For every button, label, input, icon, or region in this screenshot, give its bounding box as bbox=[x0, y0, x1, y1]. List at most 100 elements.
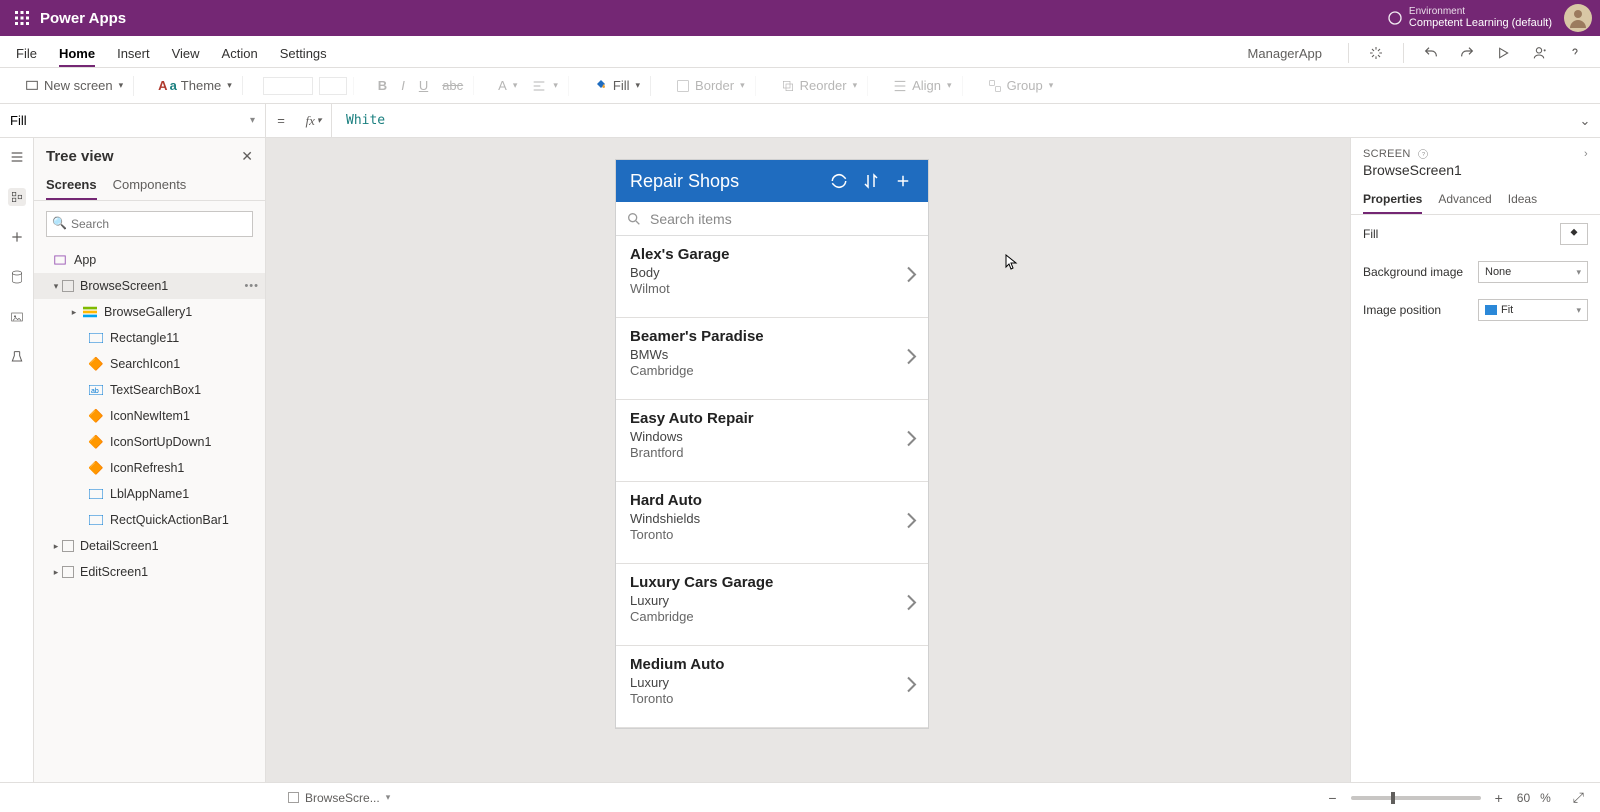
tree-node-lblappname1[interactable]: LblAppName1 bbox=[34, 481, 265, 507]
property-selector[interactable]: Fill ▾ bbox=[0, 104, 266, 137]
sort-icon[interactable] bbox=[860, 170, 882, 192]
chevron-right-icon[interactable] bbox=[906, 675, 918, 698]
rail-tree-view-icon[interactable] bbox=[8, 188, 26, 206]
prop-tab-properties[interactable]: Properties bbox=[1363, 186, 1422, 214]
document-name[interactable]: ManagerApp bbox=[1248, 46, 1322, 61]
tree-node-iconsortupdown1[interactable]: 🔶IconSortUpDown1 bbox=[34, 429, 265, 455]
prop-bg-label: Background image bbox=[1363, 265, 1463, 279]
canvas[interactable]: Repair Shops Search items Alex's Garage … bbox=[266, 138, 1350, 782]
rail-tools-icon[interactable] bbox=[8, 348, 26, 366]
fx-button[interactable]: fx▾ bbox=[296, 104, 332, 137]
gallery-item[interactable]: Easy Auto Repair Windows Brantford bbox=[616, 400, 928, 482]
environment-picker[interactable]: Environment Competent Learning (default) bbox=[1409, 6, 1552, 29]
tree-node-detailscreen1[interactable]: ▸DetailScreen1 bbox=[34, 533, 265, 559]
tree-node-more-icon[interactable]: ••• bbox=[244, 280, 259, 292]
tree-search-input[interactable] bbox=[46, 211, 253, 237]
tree-node-editscreen1[interactable]: ▸EditScreen1 bbox=[34, 559, 265, 585]
property-panel: SCREEN ? › BrowseScreen1 Properties Adva… bbox=[1350, 138, 1600, 782]
menu-file[interactable]: File bbox=[16, 46, 37, 67]
item-title: Beamer's Paradise bbox=[630, 328, 914, 345]
zoom-slider[interactable] bbox=[1351, 796, 1481, 800]
chevron-right-icon[interactable] bbox=[906, 511, 918, 534]
gallery-item[interactable]: Hard Auto Windshields Toronto bbox=[616, 482, 928, 564]
info-icon[interactable]: ? bbox=[1417, 148, 1429, 160]
chevron-right-icon[interactable] bbox=[906, 347, 918, 370]
theme-button[interactable]: Aa Theme▾ bbox=[154, 76, 236, 95]
prop-expand-icon[interactable]: › bbox=[1584, 148, 1588, 160]
prop-bg-dropdown[interactable]: None▾ bbox=[1478, 261, 1588, 283]
redo-icon[interactable] bbox=[1458, 44, 1476, 62]
chevron-right-icon[interactable] bbox=[906, 265, 918, 288]
help-icon[interactable] bbox=[1566, 44, 1584, 62]
gallery-item[interactable]: Luxury Cars Garage Luxury Cambridge bbox=[616, 564, 928, 646]
border-button[interactable]: Border▾ bbox=[671, 76, 749, 96]
zoom-in-button[interactable]: + bbox=[1491, 790, 1507, 806]
prop-pos-dropdown[interactable]: Fit ▾ bbox=[1478, 299, 1588, 321]
formula-expand-icon[interactable]: ⌄ bbox=[1570, 113, 1600, 129]
align-button[interactable]: Align▾ bbox=[888, 76, 955, 96]
group-button[interactable]: Group▾ bbox=[983, 76, 1058, 96]
menu-settings[interactable]: Settings bbox=[280, 46, 327, 67]
chevron-right-icon[interactable] bbox=[906, 593, 918, 616]
status-selection[interactable]: BrowseScre... ▾ bbox=[288, 791, 390, 805]
item-subtitle: Body bbox=[630, 265, 914, 280]
rail-hamburger-icon[interactable] bbox=[8, 148, 26, 166]
app-checker-icon[interactable] bbox=[1367, 44, 1385, 62]
font-size-picker[interactable] bbox=[319, 77, 347, 95]
close-panel-icon[interactable]: ✕ bbox=[241, 148, 253, 165]
prop-tab-ideas[interactable]: Ideas bbox=[1508, 186, 1537, 214]
tree-node-iconnewitem1[interactable]: 🔶IconNewItem1 bbox=[34, 403, 265, 429]
italic-button[interactable]: I bbox=[397, 76, 409, 95]
rail-media-icon[interactable] bbox=[8, 308, 26, 326]
status-bar: BrowseScre... ▾ − + 60 % ⤢ bbox=[0, 782, 1600, 812]
gallery-item[interactable]: Alex's Garage Body Wilmot bbox=[616, 236, 928, 318]
text-align-button[interactable]: ▾ bbox=[527, 76, 562, 96]
rail-insert-icon[interactable] bbox=[8, 228, 26, 246]
tree-node-app[interactable]: App bbox=[34, 247, 265, 273]
add-icon[interactable] bbox=[892, 170, 914, 192]
menu-home[interactable]: Home bbox=[59, 46, 95, 67]
tree-node-browsegallery1[interactable]: ▸BrowseGallery1 bbox=[34, 299, 265, 325]
font-color-button[interactable]: A▾ bbox=[494, 76, 521, 95]
underline-button[interactable]: U bbox=[415, 76, 432, 95]
status-selection-label: BrowseScre... bbox=[305, 791, 380, 805]
tree-node-rectangle11[interactable]: Rectangle11 bbox=[34, 325, 265, 351]
app-launcher-icon[interactable] bbox=[8, 11, 36, 25]
play-preview-icon[interactable] bbox=[1494, 44, 1512, 62]
user-avatar[interactable] bbox=[1564, 4, 1592, 32]
zoom-out-button[interactable]: − bbox=[1324, 790, 1340, 806]
chevron-right-icon[interactable] bbox=[906, 429, 918, 452]
gallery-item[interactable]: Beamer's Paradise BMWs Cambridge bbox=[616, 318, 928, 400]
preview-search-placeholder: Search items bbox=[650, 211, 732, 227]
tree-node-iconrefresh1[interactable]: 🔶IconRefresh1 bbox=[34, 455, 265, 481]
search-icon: 🔍 bbox=[52, 216, 67, 230]
fit-to-window-icon[interactable]: ⤢ bbox=[1569, 789, 1588, 806]
tree-node-browsescreen1[interactable]: ▾ BrowseScreen1 ••• bbox=[34, 273, 265, 299]
status-selection-checkbox[interactable] bbox=[288, 792, 299, 803]
new-screen-button[interactable]: New screen▾ bbox=[20, 76, 127, 96]
reorder-button[interactable]: Reorder▾ bbox=[776, 76, 862, 96]
rail-data-icon[interactable] bbox=[8, 268, 26, 286]
item-location: Toronto bbox=[630, 527, 914, 542]
menu-view[interactable]: View bbox=[172, 46, 200, 67]
share-icon[interactable] bbox=[1530, 44, 1548, 62]
refresh-icon[interactable] bbox=[828, 170, 850, 192]
tab-screens[interactable]: Screens bbox=[46, 171, 97, 200]
undo-icon[interactable] bbox=[1422, 44, 1440, 62]
tree-node-rectquickactionbar1[interactable]: RectQuickActionBar1 bbox=[34, 507, 265, 533]
font-picker[interactable] bbox=[263, 77, 313, 95]
menu-action[interactable]: Action bbox=[222, 46, 258, 67]
fill-color-button[interactable]: Fill▾ bbox=[589, 76, 644, 96]
bold-button[interactable]: B bbox=[374, 76, 391, 95]
tab-components[interactable]: Components bbox=[113, 171, 187, 200]
tree-node-textsearchbox1[interactable]: abTextSearchBox1 bbox=[34, 377, 265, 403]
prop-tab-advanced[interactable]: Advanced bbox=[1438, 186, 1491, 214]
gallery-item[interactable]: Medium Auto Luxury Toronto bbox=[616, 646, 928, 728]
formula-input[interactable]: White bbox=[332, 113, 1570, 128]
preview-search-row[interactable]: Search items bbox=[616, 202, 928, 236]
tree-node-searchicon1[interactable]: 🔶SearchIcon1 bbox=[34, 351, 265, 377]
menu-bar: File Home Insert View Action Settings Ma… bbox=[0, 36, 1600, 68]
menu-insert[interactable]: Insert bbox=[117, 46, 150, 67]
prop-fill-color-button[interactable] bbox=[1560, 223, 1588, 245]
strike-button[interactable]: abc bbox=[438, 76, 467, 95]
